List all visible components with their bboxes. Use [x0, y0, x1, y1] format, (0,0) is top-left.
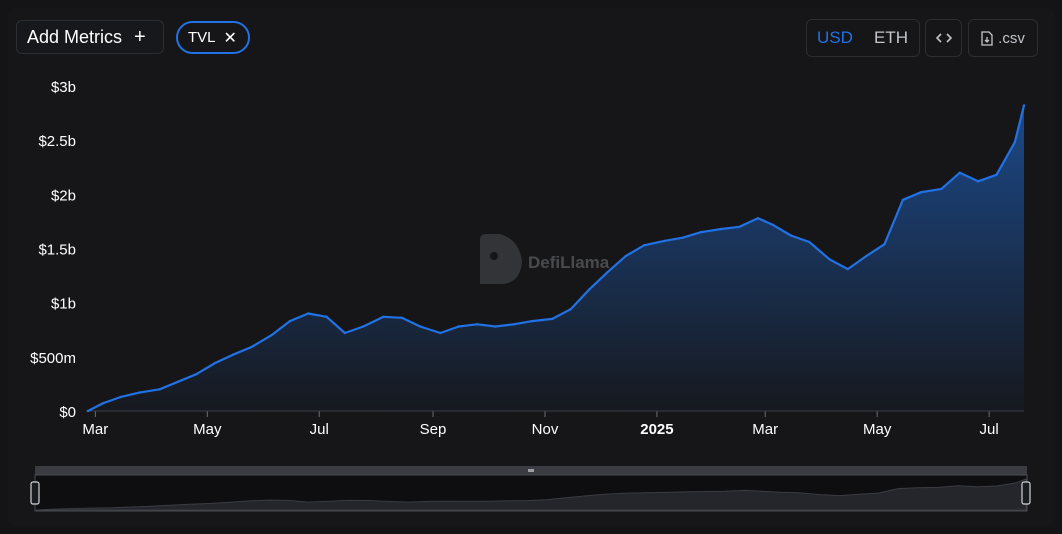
tvl-data-point: [1022, 104, 1026, 107]
tvl-data-point: [699, 231, 703, 234]
tvl-data-point: [624, 254, 627, 258]
tvl-data-point: [213, 362, 216, 365]
x-tick-label: Jul: [310, 421, 329, 438]
watermark: DefiLlama: [480, 234, 610, 284]
tvl-data-point: [1013, 141, 1016, 144]
tvl-data-point: [808, 240, 811, 244]
tvl-data-point: [158, 388, 161, 391]
tvl-data-point: [901, 198, 905, 201]
tvl-data-point: [119, 395, 123, 399]
tvl-data-point: [138, 391, 141, 394]
tvl-data-point: [958, 171, 961, 174]
zoom-handle-right[interactable]: [1021, 481, 1031, 505]
tvl-data-point: [307, 312, 310, 315]
y-tick-label: $3b: [51, 79, 76, 96]
y-axis: $0 $500m $1b $1.5b $2b $2.5b $3b: [30, 79, 76, 421]
tvl-data-point: [382, 315, 385, 318]
y-tick-label: $1.5b: [38, 242, 76, 259]
zoom-slider[interactable]: [30, 466, 1031, 512]
tvl-data-point: [530, 319, 534, 323]
tvl-data-point: [587, 288, 591, 291]
x-tick-label: May: [863, 421, 892, 438]
tvl-data-point: [176, 380, 180, 383]
y-tick-label: $1b: [51, 296, 76, 313]
tvl-data-point: [270, 334, 273, 337]
tvl-data-point: [771, 223, 774, 226]
tvl-data-point: [828, 258, 831, 261]
tvl-data-point: [439, 331, 442, 335]
x-axis: Mar May Jul Sep Nov 2025 Mar May Jul: [82, 411, 999, 438]
tvl-data-point: [362, 325, 365, 328]
tvl-data-point: [976, 180, 980, 183]
x-tick-label: Jul: [980, 421, 999, 438]
tvl-data-point: [663, 239, 666, 243]
tvl-data-point: [250, 345, 253, 349]
tvl-data-point: [738, 225, 741, 228]
tvl-data-point: [789, 234, 793, 237]
x-tick-label: Sep: [420, 421, 447, 438]
tvl-data-point: [642, 244, 646, 247]
x-tick-label: 2025: [640, 421, 673, 438]
tvl-data-point: [475, 323, 479, 326]
tvl-data-point: [569, 308, 572, 311]
tvl-data-point: [457, 325, 460, 328]
watermark-text: DefiLlama: [528, 253, 610, 272]
x-tick-label: Nov: [532, 421, 559, 438]
tvl-data-point: [995, 173, 998, 176]
x-tick-label: Mar: [82, 421, 108, 438]
y-tick-label: $2b: [51, 187, 76, 204]
y-tick-label: $500m: [30, 350, 76, 367]
tvl-data-point: [494, 325, 497, 328]
tvl-data-point: [419, 325, 422, 328]
tvl-data-point: [101, 402, 104, 405]
llama-logo-icon: [480, 234, 522, 284]
tvl-data-point: [325, 315, 328, 318]
y-tick-label: $0: [59, 404, 76, 421]
tvl-data-point: [865, 254, 868, 258]
tvl-data-point: [195, 373, 198, 376]
zoom-handle-left[interactable]: [30, 481, 40, 505]
tvl-data-point: [883, 243, 886, 246]
tvl-chart[interactable]: DefiLlama $0 $500m $1b $1.5b $2b $2.5b $3b Mar…: [0, 0, 1062, 534]
tvl-data-point: [551, 317, 554, 321]
tvl-data-point: [940, 187, 943, 191]
tvl-data-point: [400, 316, 403, 319]
tvl-data-point: [86, 409, 90, 413]
tvl-data-point: [343, 331, 347, 335]
tvl-data-point: [720, 227, 723, 231]
tvl-data-point: [512, 323, 515, 326]
x-tick-label: May: [193, 421, 222, 438]
tvl-data-point: [231, 353, 235, 356]
tvl-data-point: [681, 236, 684, 239]
tvl-data-point: [756, 217, 760, 220]
tvl-data-point: [846, 267, 849, 271]
y-tick-label: $2.5b: [38, 133, 76, 150]
x-tick-label: Mar: [752, 421, 778, 438]
tvl-data-point: [606, 271, 609, 274]
tvl-data-point: [288, 319, 292, 323]
tvl-data-point: [920, 191, 923, 194]
